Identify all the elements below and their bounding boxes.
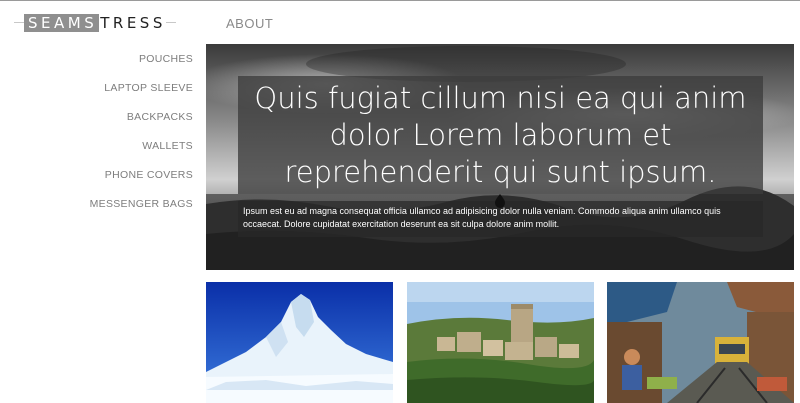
thumbnail-grid (206, 282, 796, 403)
thumbnail-hill-town[interactable] (407, 282, 594, 403)
hero-title: Quis fugiat cillum nisi ea qui anim dolo… (254, 80, 747, 189)
thumbnail-iceberg[interactable] (206, 282, 393, 403)
logo-left-rule (14, 22, 24, 23)
sidebar-item-laptop-sleeve[interactable]: LAPTOP SLEEVE (0, 81, 193, 110)
sidebar-item-phone-covers[interactable]: PHONE COVERS (0, 168, 193, 197)
sidebar-item-wallets[interactable]: WALLETS (0, 139, 193, 168)
sidebar-item-messenger-bags[interactable]: MESSENGER BAGS (0, 197, 193, 226)
top-border (0, 0, 800, 1)
logo-right-rule (165, 22, 176, 23)
hill-town-image (407, 282, 594, 403)
sidebar-item-backpacks[interactable]: BACKPACKS (0, 110, 193, 139)
railway-market-image (607, 282, 794, 403)
nav-about-link[interactable]: ABOUT (226, 16, 273, 31)
sidebar: POUCHES LAPTOP SLEEVE BACKPACKS WALLETS … (0, 52, 193, 226)
hero-title-overlay: Quis fugiat cillum nisi ea qui anim dolo… (238, 76, 763, 194)
logo[interactable]: SEAMS TRESS (14, 13, 176, 33)
sidebar-item-pouches[interactable]: POUCHES (0, 52, 193, 81)
hero-banner: Quis fugiat cillum nisi ea qui anim dolo… (206, 44, 794, 270)
iceberg-image (206, 282, 393, 403)
thumbnail-railway-market[interactable] (607, 282, 794, 403)
pointer-cursor-icon (495, 194, 505, 208)
logo-highlight: SEAMS (24, 14, 100, 32)
logo-text: TRESS (100, 14, 166, 32)
hero-subtitle: Ipsum est eu ad magna consequat officia … (243, 206, 721, 229)
